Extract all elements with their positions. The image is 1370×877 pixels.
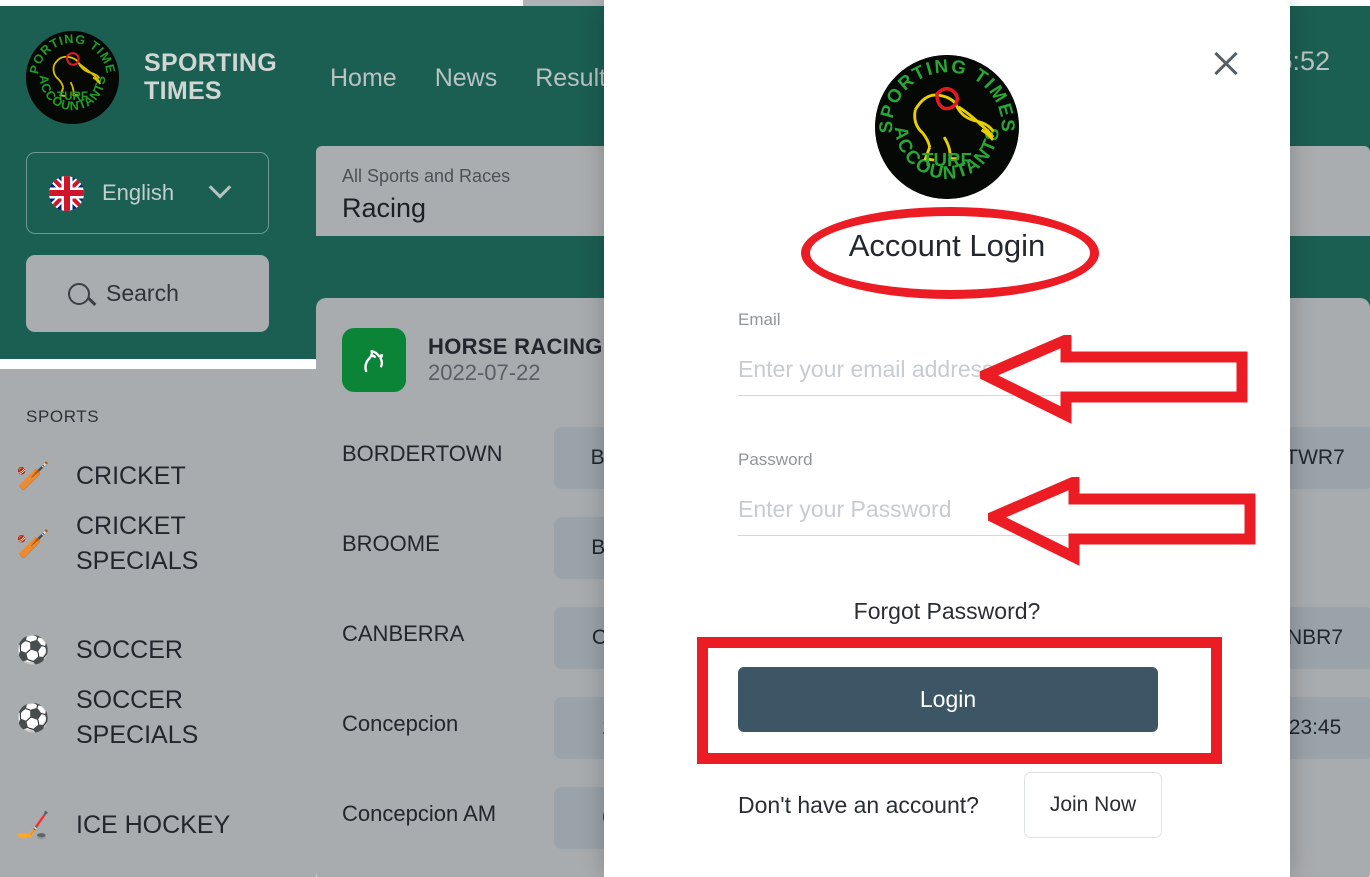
sidebar-item-label: SOCCER — [76, 635, 183, 664]
race-name: BORDERTOWN — [342, 441, 503, 466]
soccer-icon: ⚽ — [16, 703, 50, 733]
cricket-icon: 🏏 — [16, 461, 50, 491]
sidebar-item-label: ICE HOCKEY — [76, 810, 231, 839]
horse-head-icon — [342, 328, 406, 392]
email-field-group: Email — [738, 310, 1158, 396]
email-label: Email — [738, 310, 781, 329]
race-name: BROOME — [342, 531, 440, 556]
brand-title: SPORTING TIMES — [144, 49, 277, 105]
race-name: CANBERRA — [342, 621, 465, 646]
sports-sidebar: SPORTS 🏏 CRICKET 🏏 CRICKET SPECIALS ⚽ SO… — [0, 369, 316, 877]
password-field[interactable] — [738, 496, 1158, 536]
sidebar-item-soccer[interactable]: ⚽ SOCCER — [14, 631, 304, 669]
account-login-modal: ~SPORTING TIMES~ ACCOUNTANTS TURF Accoun… — [604, 0, 1290, 877]
search-icon — [68, 282, 90, 305]
sidebar-item-label: CRICKET — [76, 461, 186, 490]
password-field-group: Password — [738, 450, 1158, 536]
language-selector[interactable]: English — [26, 152, 269, 234]
sidebar-item-label: CRICKET SPECIALS — [76, 512, 199, 575]
svg-text:TURF: TURF — [922, 149, 972, 170]
signup-row: Don't have an account? Join Now — [738, 772, 1162, 838]
soccer-icon: ⚽ — [16, 635, 50, 665]
email-field[interactable] — [738, 356, 1158, 396]
card-title: HORSE RACING — [428, 334, 603, 359]
card-date: 2022-07-22 — [428, 360, 541, 385]
close-icon[interactable] — [1209, 47, 1243, 81]
svg-text:TURF: TURF — [57, 90, 88, 103]
card-header: HORSE RACING 2022-07-22 — [342, 328, 603, 392]
language-label: English — [102, 180, 175, 205]
ice-hockey-icon: 🏒 — [16, 810, 50, 840]
password-label: Password — [738, 450, 813, 469]
chevron-down-icon — [208, 176, 232, 199]
page-title: Account Login — [848, 228, 1046, 263]
sidebar-item-label: SOCCER SPECIALS — [76, 686, 199, 749]
race-name: Concepcion — [342, 711, 459, 736]
forgot-password-link[interactable]: Forgot Password? — [604, 598, 1290, 625]
search-input[interactable]: Search — [26, 255, 269, 332]
sidebar-item-cricket[interactable]: 🏏 CRICKET — [14, 457, 304, 495]
race-name: Concepcion AM — [342, 801, 497, 826]
sidebar-section-title: SPORTS — [26, 407, 100, 426]
sidebar-item-ice-hockey[interactable]: 🏒 ICE HOCKEY — [14, 806, 304, 844]
sidebar-item-cricket-specials[interactable]: 🏏 CRICKET SPECIALS — [14, 509, 304, 579]
join-now-button[interactable]: Join Now — [1024, 772, 1162, 838]
search-placeholder: Search — [106, 280, 179, 306]
uk-flag-icon — [49, 175, 84, 211]
app-root: ~SPORTING TIMES~ ACCOUNTANTS TURF — [0, 0, 1370, 877]
modal-brand-logo-icon: ~SPORTING TIMES~ ACCOUNTANTS TURF — [875, 55, 1019, 199]
sidebar-item-soccer-specials[interactable]: ⚽ SOCCER SPECIALS — [14, 683, 304, 753]
brand-logo-icon[interactable]: ~SPORTING TIMES~ ACCOUNTANTS TURF — [26, 31, 119, 124]
login-button[interactable]: Login — [738, 667, 1158, 732]
cricket-icon: 🏏 — [16, 529, 50, 559]
signup-prompt: Don't have an account? — [738, 791, 979, 818]
